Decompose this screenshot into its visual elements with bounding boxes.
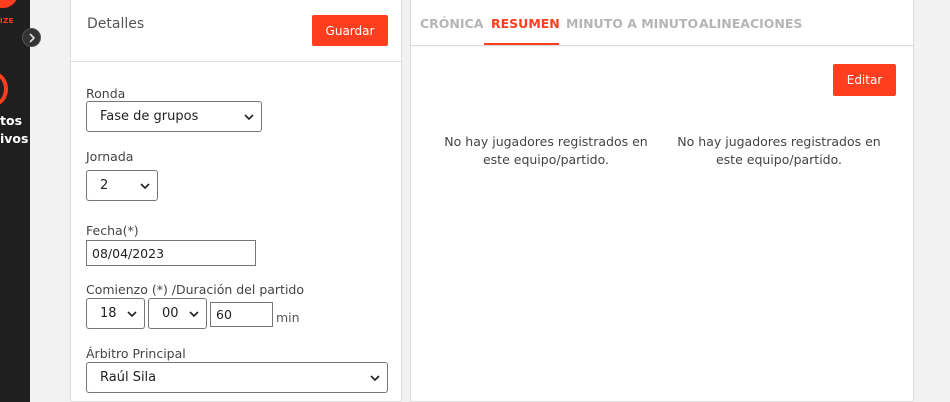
- ronda-label: Ronda: [86, 86, 126, 101]
- ronda-value: Fase de grupos: [100, 109, 199, 124]
- arbitro-value: Raúl Sila: [100, 370, 157, 385]
- hour-value: 18: [100, 306, 117, 321]
- fecha-value: 08/04/2023: [92, 245, 165, 261]
- match-tabs: CRÓNICA RESUMEN MINUTO A MINUTO ALINEACI…: [411, 0, 913, 46]
- duration-input[interactable]: 60: [210, 302, 273, 327]
- app-logo[interactable]: [0, 0, 18, 8]
- arbitro-select[interactable]: Raúl Sila: [86, 362, 388, 393]
- details-header: Detalles Guardar: [71, 0, 401, 62]
- minute-value: 00: [162, 306, 179, 321]
- chevron-down-icon: [189, 310, 199, 317]
- nav-item-label-line1[interactable]: tos: [0, 113, 30, 128]
- sidebar-toggle-button[interactable]: [22, 28, 41, 47]
- duration-unit: min: [276, 310, 300, 325]
- tab-alineaciones[interactable]: ALINEACIONES: [699, 16, 802, 31]
- nav-item-icon[interactable]: [0, 72, 8, 106]
- sidebar: IZE tos ivos: [0, 0, 30, 402]
- fecha-input[interactable]: 08/04/2023: [86, 240, 256, 266]
- chevron-down-icon: [127, 310, 137, 317]
- arbitro-label: Árbitro Principal: [86, 346, 186, 361]
- hour-select[interactable]: 18: [86, 298, 145, 329]
- jornada-select[interactable]: 2: [86, 170, 158, 201]
- chevron-down-icon: [244, 113, 254, 120]
- tab-minuto-a-minuto[interactable]: MINUTO A MINUTO: [566, 16, 698, 31]
- jornada-label: Jornada: [86, 149, 134, 164]
- edit-button[interactable]: Editar: [833, 64, 896, 96]
- details-panel: Detalles Guardar Ronda Fase de grupos Jo…: [70, 0, 402, 402]
- match-panel: CRÓNICA RESUMEN MINUTO A MINUTO ALINEACI…: [410, 0, 914, 402]
- away-team-empty-message: No hay jugadores registrados en este equ…: [677, 134, 881, 167]
- details-title: Detalles: [87, 16, 145, 32]
- tab-resumen[interactable]: RESUMEN: [491, 16, 560, 31]
- chevron-down-icon: [140, 182, 150, 189]
- chevron-right-icon: [28, 32, 35, 43]
- jornada-value: 2: [100, 178, 109, 193]
- home-team-empty-message: No hay jugadores registrados en este equ…: [444, 134, 648, 167]
- nav-item-label-line2[interactable]: ivos: [0, 131, 30, 146]
- fecha-label: Fecha(*): [86, 223, 139, 238]
- duration-value: 60: [216, 307, 232, 322]
- chevron-down-icon: [370, 374, 380, 381]
- minute-select[interactable]: 00: [148, 298, 207, 329]
- active-tab-indicator: [484, 43, 559, 45]
- ronda-select[interactable]: Fase de grupos: [86, 101, 262, 132]
- logo-text: IZE: [0, 17, 14, 25]
- tab-cronica[interactable]: CRÓNICA: [420, 16, 483, 31]
- comienzo-label: Comienzo (*) /Duración del partido: [86, 282, 305, 297]
- save-button[interactable]: Guardar: [312, 15, 388, 46]
